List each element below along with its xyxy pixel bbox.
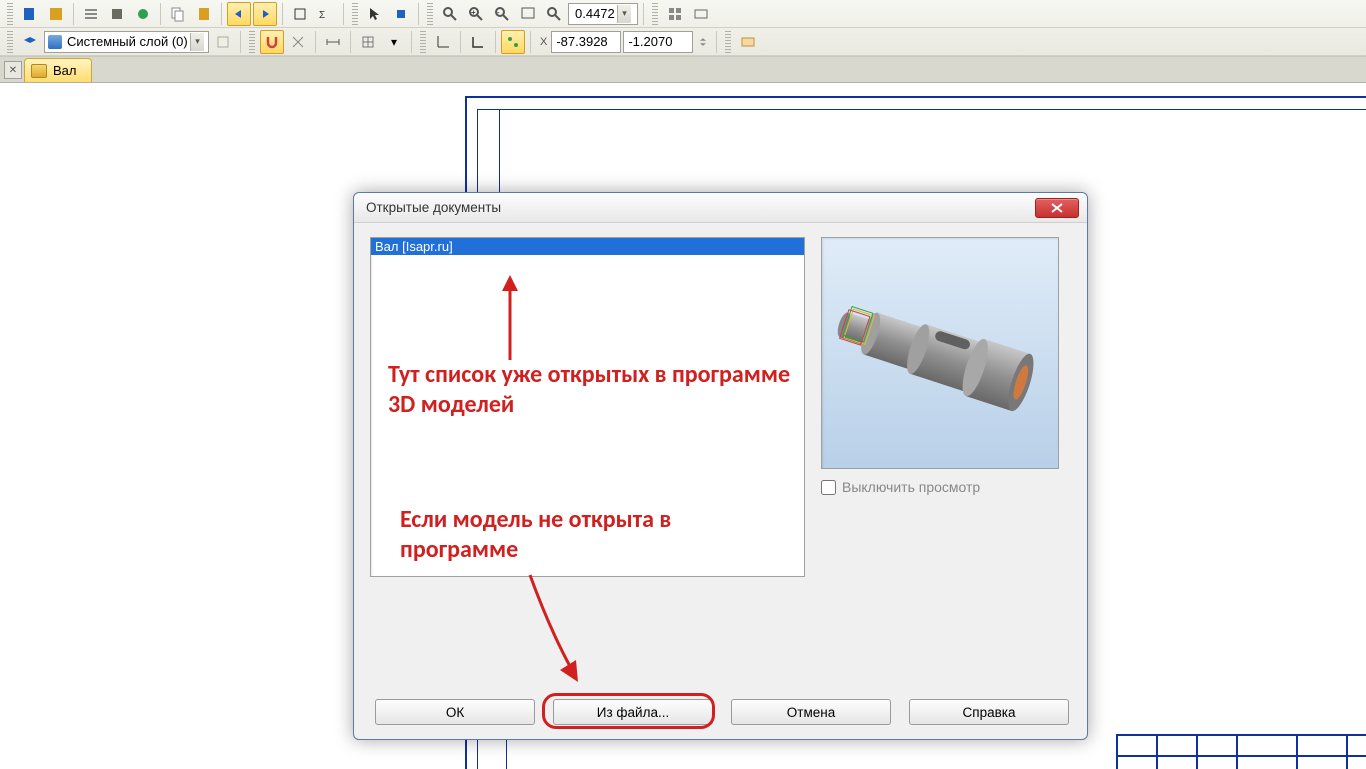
documents-listbox[interactable]: Вал [Isapr.ru]: [370, 237, 805, 577]
list-item[interactable]: Вал [Isapr.ru]: [371, 238, 804, 255]
help-button[interactable]: Справка: [909, 699, 1069, 725]
tool-btn[interactable]: [286, 30, 310, 54]
preview-column: Выключить просмотр: [821, 237, 1059, 687]
snap-button[interactable]: [501, 30, 525, 54]
separator: [315, 31, 316, 53]
from-file-button[interactable]: Из файла...: [553, 699, 713, 725]
zoom-fit-button[interactable]: [438, 2, 462, 26]
document-tab-label: Вал: [53, 63, 77, 78]
tool-btn[interactable]: [288, 2, 312, 26]
copy-button[interactable]: [166, 2, 190, 26]
disable-preview-label: Выключить просмотр: [842, 479, 980, 495]
separator: [350, 31, 351, 53]
grid-button[interactable]: [356, 30, 380, 54]
document-tab[interactable]: Вал: [24, 58, 92, 82]
zoom-in-button[interactable]: +: [464, 2, 488, 26]
zoom-value-display[interactable]: 0.4472: [568, 3, 638, 25]
svg-text:-: -: [497, 8, 500, 17]
dialog-title: Открытые документы: [366, 200, 501, 215]
toolbar-grip[interactable]: [652, 3, 658, 25]
paste-button[interactable]: [192, 2, 216, 26]
svg-text:Σ: Σ: [319, 10, 325, 21]
snap-magnet-button[interactable]: [260, 30, 284, 54]
layer-label: Системный слой (0): [67, 34, 188, 49]
tool-btn[interactable]: [663, 2, 687, 26]
close-tab-button[interactable]: ✕: [4, 61, 22, 79]
coord-x-label: X: [540, 36, 547, 48]
separator: [240, 31, 241, 53]
tool-btn[interactable]: [211, 30, 235, 54]
close-button[interactable]: [1035, 198, 1079, 218]
tool-btn[interactable]: [689, 2, 713, 26]
zoom-out-button[interactable]: -: [490, 2, 514, 26]
toolbar-grip[interactable]: [420, 31, 426, 53]
ortho-button[interactable]: [466, 30, 490, 54]
svg-text:+: +: [471, 8, 476, 17]
preview-3d-icon: [830, 288, 1050, 418]
toolbar-grip[interactable]: [427, 3, 433, 25]
layer-combo[interactable]: Системный слой (0): [44, 31, 209, 53]
layer-icon-button[interactable]: [18, 30, 42, 54]
toolbar-grip[interactable]: [7, 3, 13, 25]
zoom-window-button[interactable]: [516, 2, 540, 26]
coord-x-input[interactable]: -87.3928: [551, 31, 621, 53]
coord-stepper[interactable]: [695, 30, 711, 54]
separator: [343, 3, 344, 25]
separator: [282, 3, 283, 25]
toolbar-grip[interactable]: [249, 31, 255, 53]
separator: [460, 31, 461, 53]
toolbar-row-1: Σ + - 0.4472: [0, 0, 1366, 28]
dropdown-icon[interactable]: [617, 5, 631, 23]
tool-btn[interactable]: [79, 2, 103, 26]
dropdown-icon[interactable]: [190, 33, 204, 51]
tool-btn[interactable]: [736, 30, 760, 54]
zoom-value: 0.4472: [575, 6, 615, 21]
separator: [643, 3, 644, 25]
toolbar-grip[interactable]: [352, 3, 358, 25]
dialog-body: Вал [Isapr.ru]: [354, 223, 1087, 739]
toolbar-grip[interactable]: [7, 31, 13, 53]
undo-button[interactable]: [227, 2, 251, 26]
separator: [73, 3, 74, 25]
tool-btn[interactable]: [105, 2, 129, 26]
axis-button[interactable]: [431, 30, 455, 54]
tool-btn[interactable]: [389, 2, 413, 26]
redo-button[interactable]: [253, 2, 277, 26]
separator: [530, 31, 531, 53]
preview-pane: [821, 237, 1059, 469]
tool-btn[interactable]: [44, 2, 68, 26]
zoom-button[interactable]: [542, 2, 566, 26]
dimension-button[interactable]: [321, 30, 345, 54]
document-icon: [31, 64, 47, 78]
document-tab-bar: ✕ Вал: [0, 57, 1366, 83]
dialog-titlebar[interactable]: Открытые документы: [354, 193, 1087, 223]
separator: [418, 3, 419, 25]
disable-preview-checkbox[interactable]: [821, 480, 836, 495]
drawing-title-block: [1116, 734, 1366, 769]
tool-btn[interactable]: [131, 2, 155, 26]
separator: [160, 3, 161, 25]
cancel-button[interactable]: Отмена: [731, 699, 891, 725]
disable-preview-checkbox-row[interactable]: Выключить просмотр: [821, 479, 1059, 495]
toolbar-area: Σ + - 0.4472 Системный слой (0): [0, 0, 1366, 57]
tool-btn[interactable]: ▾: [382, 30, 406, 54]
separator: [716, 31, 717, 53]
dialog-main: Вал [Isapr.ru]: [370, 237, 1071, 687]
coord-y-input[interactable]: -1.2070: [623, 31, 693, 53]
open-documents-dialog: Открытые документы Вал [Isapr.ru]: [353, 192, 1088, 740]
ok-button[interactable]: ОК: [375, 699, 535, 725]
toolbar-grip[interactable]: [725, 31, 731, 53]
tool-btn[interactable]: [18, 2, 42, 26]
separator: [221, 3, 222, 25]
dialog-button-row: ОК Из файла... Отмена Справка: [370, 687, 1071, 725]
cursor-button[interactable]: [363, 2, 387, 26]
toolbar-row-2: Системный слой (0) ▾ X -87.3928 -1.2070: [0, 28, 1366, 56]
close-icon: [1051, 203, 1063, 213]
separator: [411, 31, 412, 53]
tool-btn[interactable]: Σ: [314, 2, 338, 26]
separator: [495, 31, 496, 53]
